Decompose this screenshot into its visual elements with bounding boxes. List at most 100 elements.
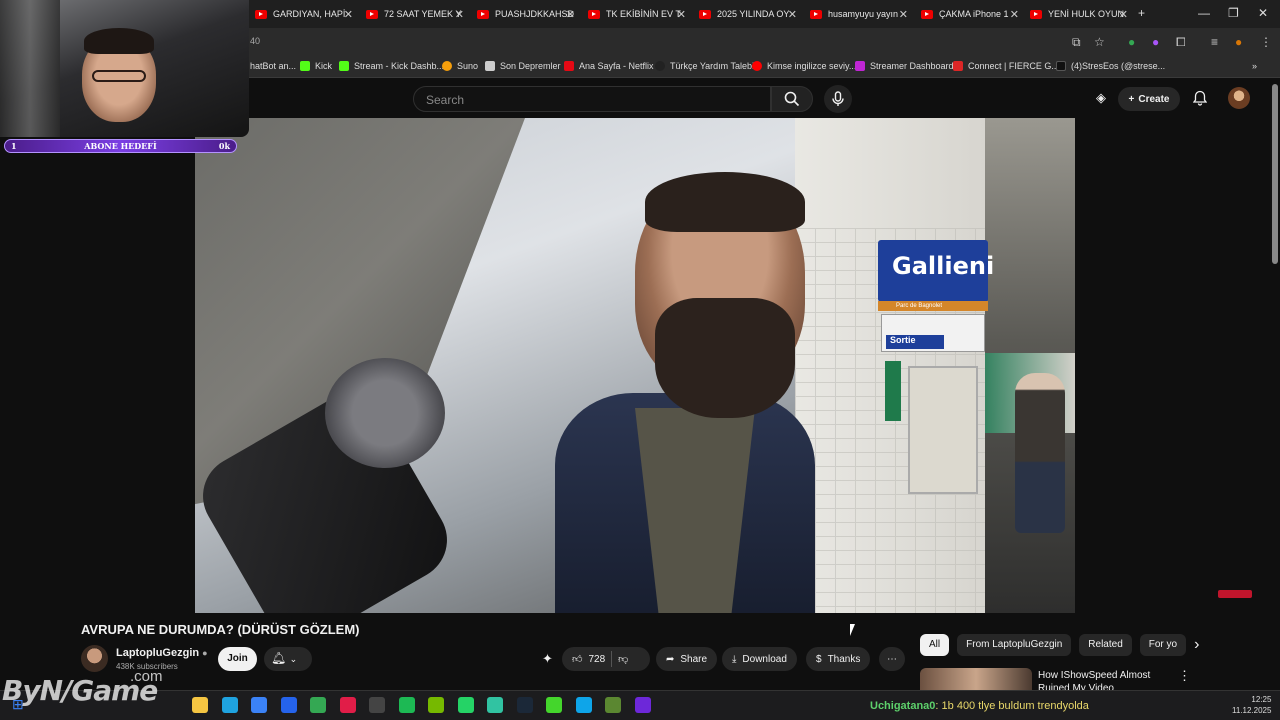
recommended-thumbnail[interactable] — [920, 668, 1032, 690]
ticker-text: : 1b 400 tlye buldum trendyolda — [935, 700, 1089, 712]
minecraft-icon[interactable] — [605, 697, 621, 713]
close-icon[interactable]: ✕ — [566, 8, 575, 21]
close-icon[interactable]: ✕ — [344, 8, 353, 21]
bookmark[interactable]: (4)StresEos (@strese... — [1056, 61, 1165, 71]
maximize-button[interactable]: ❐ — [1228, 6, 1239, 20]
browser-tab[interactable]: 72 SAAT YEMEK Y ✕ — [366, 4, 464, 24]
download-icon: ⤓ — [732, 653, 737, 665]
chevron-right-icon[interactable]: › — [1194, 636, 1199, 654]
channel-avatar[interactable] — [81, 645, 108, 672]
razer-icon[interactable] — [546, 697, 562, 713]
close-icon[interactable]: ✕ — [788, 8, 797, 21]
chip-from-channel[interactable]: From LaptopluGezgin — [957, 634, 1072, 656]
create-button[interactable]: + Create — [1118, 87, 1180, 111]
app-blue-icon[interactable] — [575, 697, 592, 713]
edge-icon[interactable] — [221, 697, 238, 713]
bell-icon: 🔔︎ — [271, 651, 287, 665]
file-explorer-icon[interactable] — [192, 697, 208, 713]
streamlabs-icon[interactable] — [487, 697, 503, 713]
new-tab-button[interactable]: + — [1138, 6, 1145, 20]
voice-search-button[interactable] — [824, 85, 852, 113]
browser-tab[interactable]: GARDIYAN, HAPİ ✕ — [255, 4, 353, 24]
tab-label: YENİ HULK OYUN — [1048, 9, 1125, 19]
webcam-mic-stand — [0, 0, 60, 137]
browser-tab[interactable]: 2025 YILINDA OY ✕ — [699, 4, 797, 24]
notifications-bell-icon[interactable] — [1193, 90, 1207, 106]
streamer-glasses — [92, 70, 146, 82]
bookmark[interactable]: Stream - Kick Dashb... — [339, 61, 444, 71]
opera-icon[interactable] — [339, 697, 356, 713]
menu-icon[interactable]: ⋮ — [1260, 35, 1272, 49]
cast-icon[interactable]: ⧉ — [1072, 35, 1081, 50]
bookmark[interactable]: Connect | FIERCE G... — [953, 61, 1059, 71]
netflix-icon — [564, 61, 574, 71]
user-avatar[interactable] — [1228, 87, 1250, 109]
bookmark[interactable]: Kimse ingilizce seviy... — [752, 61, 856, 71]
cast-icon[interactable]: ◈ — [1096, 90, 1106, 106]
join-button[interactable]: Join — [218, 647, 257, 671]
thanks-button[interactable]: $ Thanks — [806, 647, 871, 671]
subscription-bell-button[interactable]: 🔔︎ ⌄ — [264, 647, 312, 671]
youtube-icon — [588, 9, 600, 19]
outlook-icon[interactable] — [280, 697, 297, 713]
bookmark[interactable]: hatBot an... — [250, 61, 296, 71]
chip-for-you[interactable]: For yo — [1139, 634, 1187, 656]
close-window-button[interactable]: ✕ — [1258, 6, 1268, 20]
nvidia-icon[interactable] — [428, 697, 444, 713]
star-icon[interactable]: ☆ — [1094, 35, 1105, 49]
dislike-button[interactable]: 👎︎ — [618, 653, 628, 665]
help-icon — [655, 61, 665, 71]
profile-icon[interactable]: ● — [1235, 35, 1242, 49]
url-field[interactable]: 40 — [250, 36, 260, 46]
extension-shield-icon[interactable]: ● — [1128, 35, 1135, 49]
search-button[interactable] — [771, 86, 813, 112]
close-icon[interactable]: ✕ — [455, 8, 464, 21]
bookmark[interactable]: Ana Sayfa - Netflix — [564, 61, 654, 71]
channel-name[interactable]: LaptopluGezgin ● — [116, 647, 208, 659]
close-icon[interactable]: ✕ — [677, 8, 686, 21]
recommended-menu-icon[interactable]: ⋮ — [1178, 668, 1191, 684]
bookmark[interactable]: Türkçe Yardım Talebi — [655, 61, 754, 71]
bookmark[interactable]: Streamer Dashboard — [855, 61, 954, 71]
browser-tab[interactable]: ÇAKMA iPhone 1 ✕ — [921, 4, 1019, 24]
ai-sparkle-icon[interactable]: ✦ — [542, 651, 553, 667]
app-purple-icon[interactable] — [634, 697, 651, 713]
extensions-icon[interactable]: ⧠ — [1176, 35, 1186, 50]
station-sign-text: Gallieni — [892, 252, 995, 280]
close-icon[interactable]: ✕ — [1010, 8, 1019, 21]
whatsapp-icon[interactable] — [457, 697, 474, 713]
page-scrollbar[interactable] — [1272, 84, 1278, 264]
search-input[interactable]: Search — [413, 86, 771, 112]
close-icon[interactable]: ✕ — [899, 8, 908, 21]
bookmarks-more-button[interactable]: » — [1252, 61, 1257, 71]
download-label: Download — [742, 653, 787, 665]
fierce-icon — [953, 61, 963, 71]
browser-tab[interactable]: TK EKİBİNİN EV T ✕ — [588, 4, 686, 24]
video-player[interactable]: Gallieni Parc de Bagnolet Sortie — [195, 118, 1075, 613]
download-button[interactable]: ⤓ Download — [722, 647, 797, 671]
like-button[interactable]: 👍︎ 728 — [572, 653, 605, 666]
steam-icon[interactable] — [516, 697, 533, 713]
bookmark[interactable]: Kick — [300, 61, 332, 71]
close-icon[interactable]: ✕ — [1119, 8, 1128, 21]
store-icon[interactable] — [251, 697, 267, 713]
extension-purple-icon[interactable]: ● — [1152, 35, 1159, 49]
browser-tab[interactable]: husamyuyu yayın ✕ — [810, 4, 908, 24]
browser-tab[interactable]: PUASHJDKKAHSD ✕ — [477, 4, 575, 24]
create-label: Create — [1138, 93, 1170, 105]
chip-related[interactable]: Related — [1079, 634, 1132, 656]
system-clock[interactable]: 12:25 11.12.2025 — [1232, 694, 1271, 716]
more-actions-button[interactable]: ⋯ — [879, 647, 905, 671]
tab-label: GARDIYAN, HAPİ — [273, 9, 346, 19]
share-button[interactable]: ➦ Share — [656, 647, 718, 671]
media-controls-icon[interactable]: ≡ — [1211, 35, 1218, 49]
chip-all[interactable]: All — [920, 634, 950, 656]
spotify-icon[interactable] — [398, 697, 415, 713]
bookmark[interactable]: Suno — [442, 61, 478, 71]
goal-target: 0k — [218, 141, 230, 151]
browser-tab[interactable]: YENİ HULK OYUN ✕ — [1030, 4, 1128, 24]
bookmark[interactable]: Son Depremler — [485, 61, 561, 71]
minimize-button[interactable]: — — [1198, 6, 1210, 20]
chrome-icon[interactable] — [310, 697, 326, 713]
obs-icon[interactable] — [369, 697, 385, 713]
